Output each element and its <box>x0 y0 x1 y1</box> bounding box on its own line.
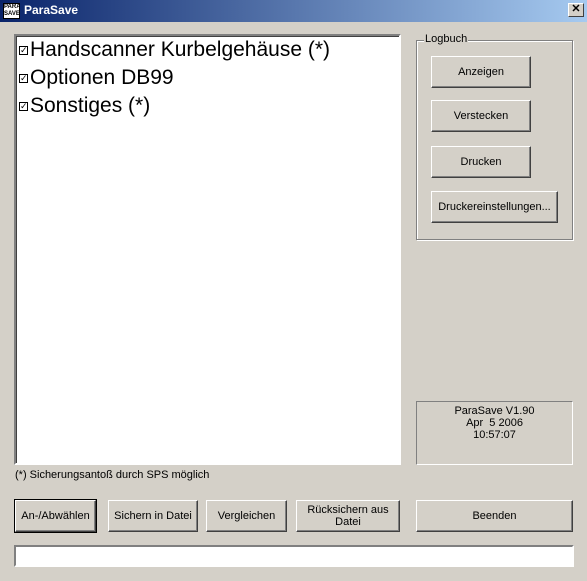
anzeigen-label: Anzeigen <box>458 66 504 78</box>
ruecksichern-label: Rücksichern aus Datei <box>307 504 389 528</box>
beenden-label: Beenden <box>472 510 517 522</box>
drucken-label: Drucken <box>460 156 502 168</box>
parameter-listbox[interactable]: ✓ Handscanner Kurbelgehäuse (*) ✓ Option… <box>14 34 401 465</box>
version-label: ParaSave V1.90 <box>454 405 535 417</box>
list-item[interactable]: ✓ Sonstiges (*) <box>19 93 150 119</box>
status-field <box>14 545 574 567</box>
app-icon: PARA SAVE <box>3 3 20 19</box>
build-date: Apr 5 2006 <box>466 417 523 429</box>
druckereinstellungen-label: Druckereinstellungen... <box>438 201 551 213</box>
window-title: ParaSave <box>24 3 79 17</box>
checkbox-checked-icon[interactable]: ✓ <box>19 101 28 111</box>
footnote: (*) Sicherungsantoß durch SPS möglich <box>15 469 210 481</box>
vergleichen-button[interactable]: Vergleichen <box>206 500 287 532</box>
vergleichen-label: Vergleichen <box>217 510 276 522</box>
anzeigen-button[interactable]: Anzeigen <box>431 56 531 88</box>
list-item-label: Sonstiges (*) <box>30 94 151 117</box>
sichern-label: Sichern in Datei <box>114 510 192 522</box>
verstecken-label: Verstecken <box>453 110 509 122</box>
an-abwaehlen-button[interactable]: An-/Abwählen <box>14 499 97 533</box>
an-abwaehlen-label: An-/Abwählen <box>21 510 90 522</box>
drucken-button[interactable]: Drucken <box>431 146 531 178</box>
checkbox-checked-icon[interactable]: ✓ <box>19 73 28 83</box>
ruecksichern-button[interactable]: Rücksichern aus Datei <box>296 500 400 532</box>
sichern-button[interactable]: Sichern in Datei <box>108 500 198 532</box>
build-time: 10:57:07 <box>473 429 516 441</box>
title-bar[interactable]: PARA SAVE ParaSave ✕ <box>0 0 587 22</box>
list-item-label: Handscanner Kurbelgehäuse (*) <box>30 38 331 61</box>
druckereinstellungen-button[interactable]: Druckereinstellungen... <box>431 191 558 223</box>
checkbox-checked-icon[interactable]: ✓ <box>19 45 28 55</box>
list-item[interactable]: ✓ Handscanner Kurbelgehäuse (*) <box>19 37 330 63</box>
logbuch-legend: Logbuch <box>424 33 469 45</box>
close-icon: ✕ <box>571 3 581 15</box>
list-item[interactable]: ✓ Optionen DB99 <box>19 65 174 91</box>
beenden-button[interactable]: Beenden <box>416 500 573 532</box>
version-info: ParaSave V1.90 Apr 5 2006 10:57:07 <box>416 401 573 465</box>
list-item-label: Optionen DB99 <box>30 66 174 89</box>
verstecken-button[interactable]: Verstecken <box>431 100 531 132</box>
close-button[interactable]: ✕ <box>568 3 584 17</box>
